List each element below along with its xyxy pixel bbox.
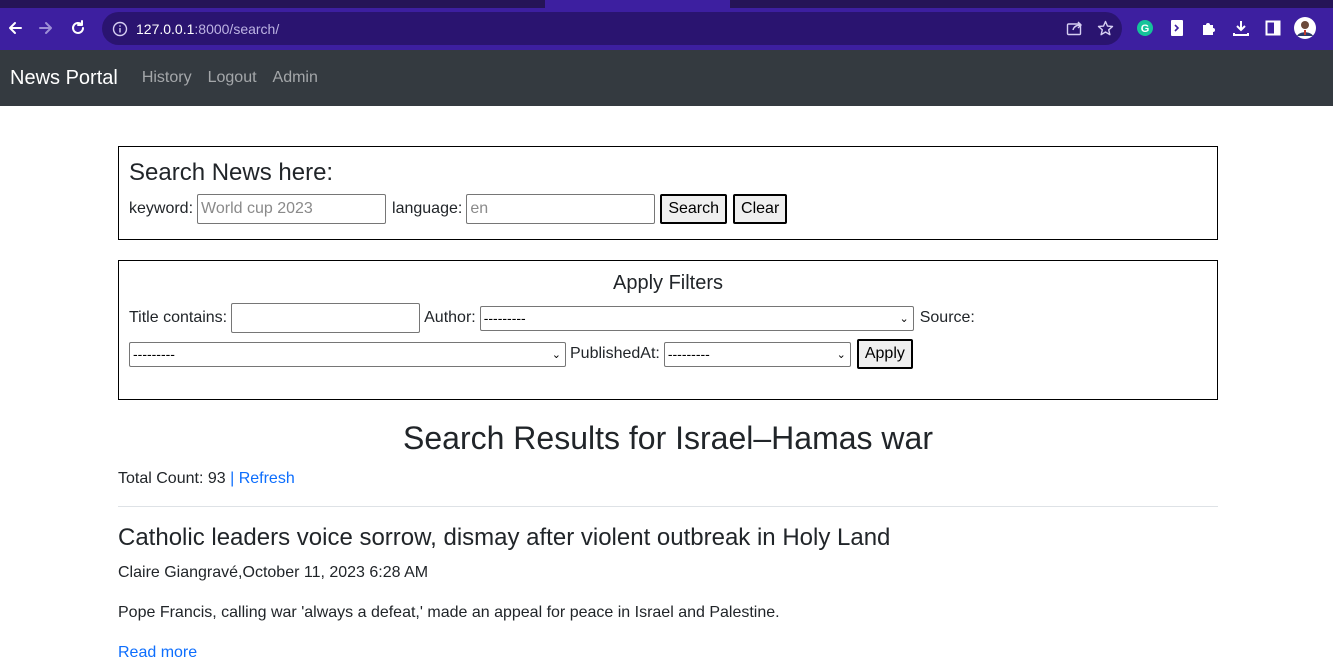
title-contains-input[interactable] <box>231 303 421 333</box>
brand-link[interactable]: News Portal <box>10 67 118 90</box>
filter-panel-title: Apply Filters <box>612 272 724 294</box>
author-selected-value: --------- <box>483 309 526 326</box>
nav-link-history[interactable]: History <box>142 69 192 87</box>
forward-arrow-icon[interactable] <box>35 17 57 39</box>
clear-button[interactable]: Clear <box>733 194 788 224</box>
refresh-link[interactable]: Refresh <box>239 470 295 487</box>
source-select[interactable]: --------- ⌄ <box>129 341 566 367</box>
title-contains-label: Title contains: <box>129 309 228 326</box>
chevron-down-icon: ⌄ <box>551 348 561 361</box>
language-label: language: <box>392 200 463 217</box>
grammarly-icon[interactable]: G <box>1134 17 1156 39</box>
browser-tabstrip <box>0 0 1333 8</box>
source-label: Source: <box>919 309 975 326</box>
count-separator: | <box>230 470 235 487</box>
article-description: Pope Francis, calling war 'always a defe… <box>118 604 780 621</box>
search-panel: Search News here: keyword: language: Sea… <box>118 146 1218 240</box>
active-tab[interactable] <box>545 0 730 8</box>
address-bar[interactable]: 127.0.0.1:8000/search/ <box>102 12 1122 45</box>
published-at-label: PublishedAt: <box>570 345 660 362</box>
search-button[interactable]: Search <box>660 194 728 224</box>
article-title[interactable]: Catholic leaders voice sorrow, dismay af… <box>118 524 890 552</box>
info-icon[interactable] <box>112 21 128 37</box>
filter-panel: Apply Filters Title contains: Author: --… <box>118 260 1218 400</box>
language-input[interactable] <box>466 194 656 224</box>
download-icon[interactable] <box>1230 17 1252 39</box>
keyword-label: keyword: <box>129 200 194 217</box>
apply-button[interactable]: Apply <box>856 339 913 369</box>
source-selected-value: --------- <box>133 345 175 362</box>
search-panel-title: Search News here: <box>129 159 334 186</box>
browser-toolbar: 127.0.0.1:8000/search/ G <box>0 8 1333 50</box>
keyword-input[interactable] <box>197 194 387 224</box>
back-arrow-icon[interactable] <box>4 17 26 39</box>
nav-link-logout[interactable]: Logout <box>208 69 257 87</box>
chevron-down-icon: ⌄ <box>836 348 846 361</box>
read-more-link[interactable]: Read more <box>118 644 197 662</box>
puzzle-icon[interactable] <box>1198 17 1220 39</box>
chevron-down-icon: ⌄ <box>899 312 909 325</box>
results-divider <box>118 506 1218 507</box>
sidepanel-icon[interactable] <box>1262 17 1284 39</box>
svg-text:G: G <box>1141 23 1150 35</box>
reload-icon[interactable] <box>67 17 89 39</box>
url-text: 127.0.0.1:8000/search/ <box>136 20 280 37</box>
nav-link-admin[interactable]: Admin <box>273 69 318 87</box>
site-navbar: News Portal History Logout Admin <box>0 50 1333 106</box>
extension-icon[interactable] <box>1166 17 1188 39</box>
profile-avatar[interactable] <box>1294 17 1316 39</box>
published-at-select[interactable]: --------- ⌄ <box>663 341 851 367</box>
results-heading: Search Results for Israel–Hamas war <box>403 420 933 456</box>
results-count: Total Count: 93 | Refresh <box>118 470 295 488</box>
author-select[interactable]: --------- ⌄ <box>479 305 914 331</box>
star-icon[interactable] <box>1097 20 1114 37</box>
author-label: Author: <box>424 309 476 326</box>
article-meta: Claire Giangravé,October 11, 2023 6:28 A… <box>118 564 429 581</box>
share-icon[interactable] <box>1066 20 1084 36</box>
published-at-selected-value: --------- <box>667 345 710 362</box>
total-count-text: Total Count: 93 <box>118 470 226 487</box>
